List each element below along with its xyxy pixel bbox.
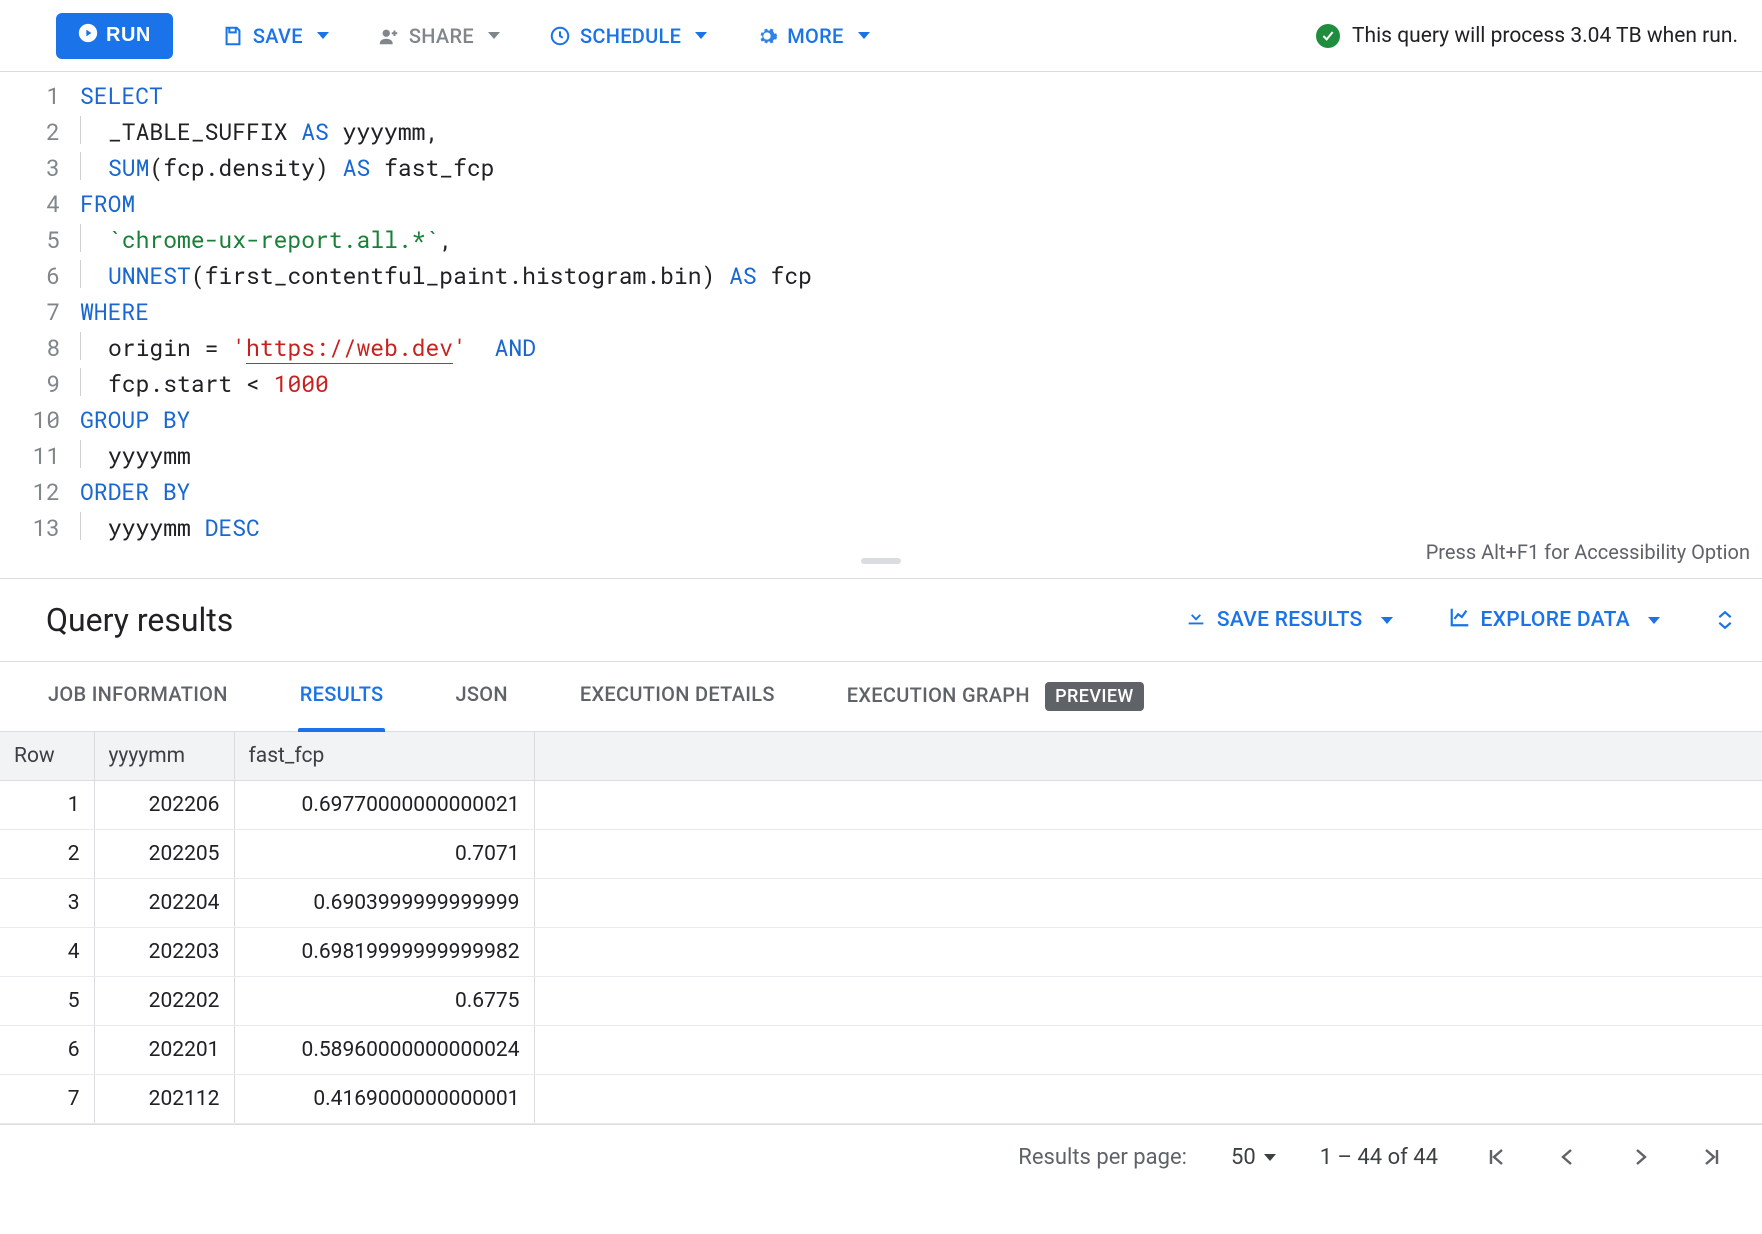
clock-icon — [548, 24, 572, 48]
tab-execution-graph-label: EXECUTION GRAPH — [847, 683, 1030, 707]
code-area[interactable]: SELECT_TABLE_SUFFIX AS yyyymm,SUM(fcp.de… — [80, 72, 1762, 552]
tab-results[interactable]: RESULTS — [298, 662, 386, 731]
cell-row: 6 — [0, 1026, 94, 1075]
save-label: SAVE — [253, 24, 303, 48]
schedule-label: SCHEDULE — [580, 24, 681, 48]
share-icon — [377, 24, 401, 48]
checkmark-icon — [1316, 24, 1340, 48]
save-icon — [221, 24, 245, 48]
cell-row: 7 — [0, 1075, 94, 1124]
run-label: RUN — [106, 24, 151, 47]
table-row[interactable]: 12022060.69770000000000021 — [0, 781, 1762, 830]
results-tabs: JOB INFORMATION RESULTS JSON EXECUTION D… — [0, 661, 1762, 732]
share-button[interactable]: SHARE — [377, 24, 500, 48]
cell-fastfcp: 0.58960000000000024 — [234, 1026, 534, 1075]
validator-text: This query will process 3.04 TB when run… — [1352, 24, 1738, 48]
cell-row: 4 — [0, 928, 94, 977]
tab-json[interactable]: JSON — [453, 662, 509, 731]
cell-yyyymm: 202205 — [94, 830, 234, 879]
col-header-filler — [534, 732, 1762, 781]
col-header-yyyymm[interactable]: yyyymm — [94, 732, 234, 781]
cell-yyyymm: 202202 — [94, 977, 234, 1026]
cell-fastfcp: 0.4169000000000001 — [234, 1075, 534, 1124]
caret-down-icon — [317, 32, 329, 39]
cell-yyyymm: 202206 — [94, 781, 234, 830]
rows-per-page-select[interactable]: 50 — [1231, 1145, 1276, 1170]
tab-job-information[interactable]: JOB INFORMATION — [46, 662, 230, 731]
pagination-range: 1 – 44 of 44 — [1320, 1145, 1438, 1170]
table-row[interactable]: 52022020.6775 — [0, 977, 1762, 1026]
editor-resize-bar[interactable]: Press Alt+F1 for Accessibility Option — [0, 552, 1762, 579]
table-row[interactable]: 22022050.7071 — [0, 830, 1762, 879]
line-gutter: 12345678910111213 — [0, 72, 80, 552]
cell-fastfcp: 0.6775 — [234, 977, 534, 1026]
explore-data-label: EXPLORE DATA — [1481, 608, 1630, 632]
accessibility-hint: Press Alt+F1 for Accessibility Option — [1426, 540, 1750, 564]
next-page-button[interactable] — [1626, 1143, 1654, 1171]
caret-down-icon — [488, 32, 500, 39]
results-table: Row yyyymm fast_fcp 12022060.69770000000… — [0, 732, 1762, 1124]
cell-row: 5 — [0, 977, 94, 1026]
cell-row: 3 — [0, 879, 94, 928]
cell-row: 1 — [0, 781, 94, 830]
sql-editor[interactable]: 12345678910111213 SELECT_TABLE_SUFFIX AS… — [0, 72, 1762, 552]
rows-per-page-label: Results per page: — [1018, 1145, 1187, 1170]
caret-down-icon — [1648, 617, 1660, 624]
save-button[interactable]: SAVE — [221, 24, 329, 48]
expand-collapse-button[interactable] — [1716, 610, 1734, 630]
download-icon — [1185, 606, 1207, 634]
table-header-row: Row yyyymm fast_fcp — [0, 732, 1762, 781]
cell-fastfcp: 0.6903999999999999 — [234, 879, 534, 928]
tab-execution-details[interactable]: EXECUTION DETAILS — [578, 662, 777, 731]
schedule-button[interactable]: SCHEDULE — [548, 24, 707, 48]
col-header-fastfcp[interactable]: fast_fcp — [234, 732, 534, 781]
cell-fastfcp: 0.69819999999999982 — [234, 928, 534, 977]
gear-icon — [755, 24, 779, 48]
last-page-button[interactable] — [1698, 1143, 1726, 1171]
run-button[interactable]: RUN — [56, 13, 173, 59]
chart-icon — [1449, 606, 1471, 634]
more-label: MORE — [787, 24, 843, 48]
table-row[interactable]: 62022010.58960000000000024 — [0, 1026, 1762, 1075]
results-pagination: Results per page: 50 1 – 44 of 44 — [0, 1124, 1762, 1189]
query-validator: This query will process 3.04 TB when run… — [1316, 24, 1738, 48]
preview-badge: PREVIEW — [1045, 682, 1144, 711]
more-button[interactable]: MORE — [755, 24, 869, 48]
query-toolbar: RUN SAVE SHARE SCHEDULE MORE This qu — [0, 0, 1762, 72]
results-title: Query results — [46, 601, 233, 639]
cell-yyyymm: 202204 — [94, 879, 234, 928]
rows-per-page-value: 50 — [1231, 1145, 1256, 1170]
cell-yyyymm: 202112 — [94, 1075, 234, 1124]
table-row[interactable]: 72021120.4169000000000001 — [0, 1075, 1762, 1124]
caret-down-icon — [1381, 617, 1393, 624]
caret-down-icon — [695, 32, 707, 39]
caret-down-icon — [1264, 1154, 1276, 1161]
save-results-button[interactable]: SAVE RESULTS — [1185, 606, 1393, 634]
cell-row: 2 — [0, 830, 94, 879]
table-row[interactable]: 32022040.6903999999999999 — [0, 879, 1762, 928]
tab-execution-graph[interactable]: EXECUTION GRAPH PREVIEW — [845, 662, 1146, 731]
explore-data-button[interactable]: EXPLORE DATA — [1449, 606, 1660, 634]
table-row[interactable]: 42022030.69819999999999982 — [0, 928, 1762, 977]
caret-down-icon — [858, 32, 870, 39]
share-label: SHARE — [409, 24, 474, 48]
cell-fastfcp: 0.7071 — [234, 830, 534, 879]
col-header-row[interactable]: Row — [0, 732, 94, 781]
cell-fastfcp: 0.69770000000000021 — [234, 781, 534, 830]
cell-yyyymm: 202201 — [94, 1026, 234, 1075]
prev-page-button[interactable] — [1554, 1143, 1582, 1171]
first-page-button[interactable] — [1482, 1143, 1510, 1171]
play-icon — [78, 23, 98, 49]
cell-yyyymm: 202203 — [94, 928, 234, 977]
results-header: Query results SAVE RESULTS EXPLORE DATA — [0, 579, 1762, 661]
drag-handle-icon[interactable] — [861, 558, 901, 564]
save-results-label: SAVE RESULTS — [1217, 608, 1363, 632]
